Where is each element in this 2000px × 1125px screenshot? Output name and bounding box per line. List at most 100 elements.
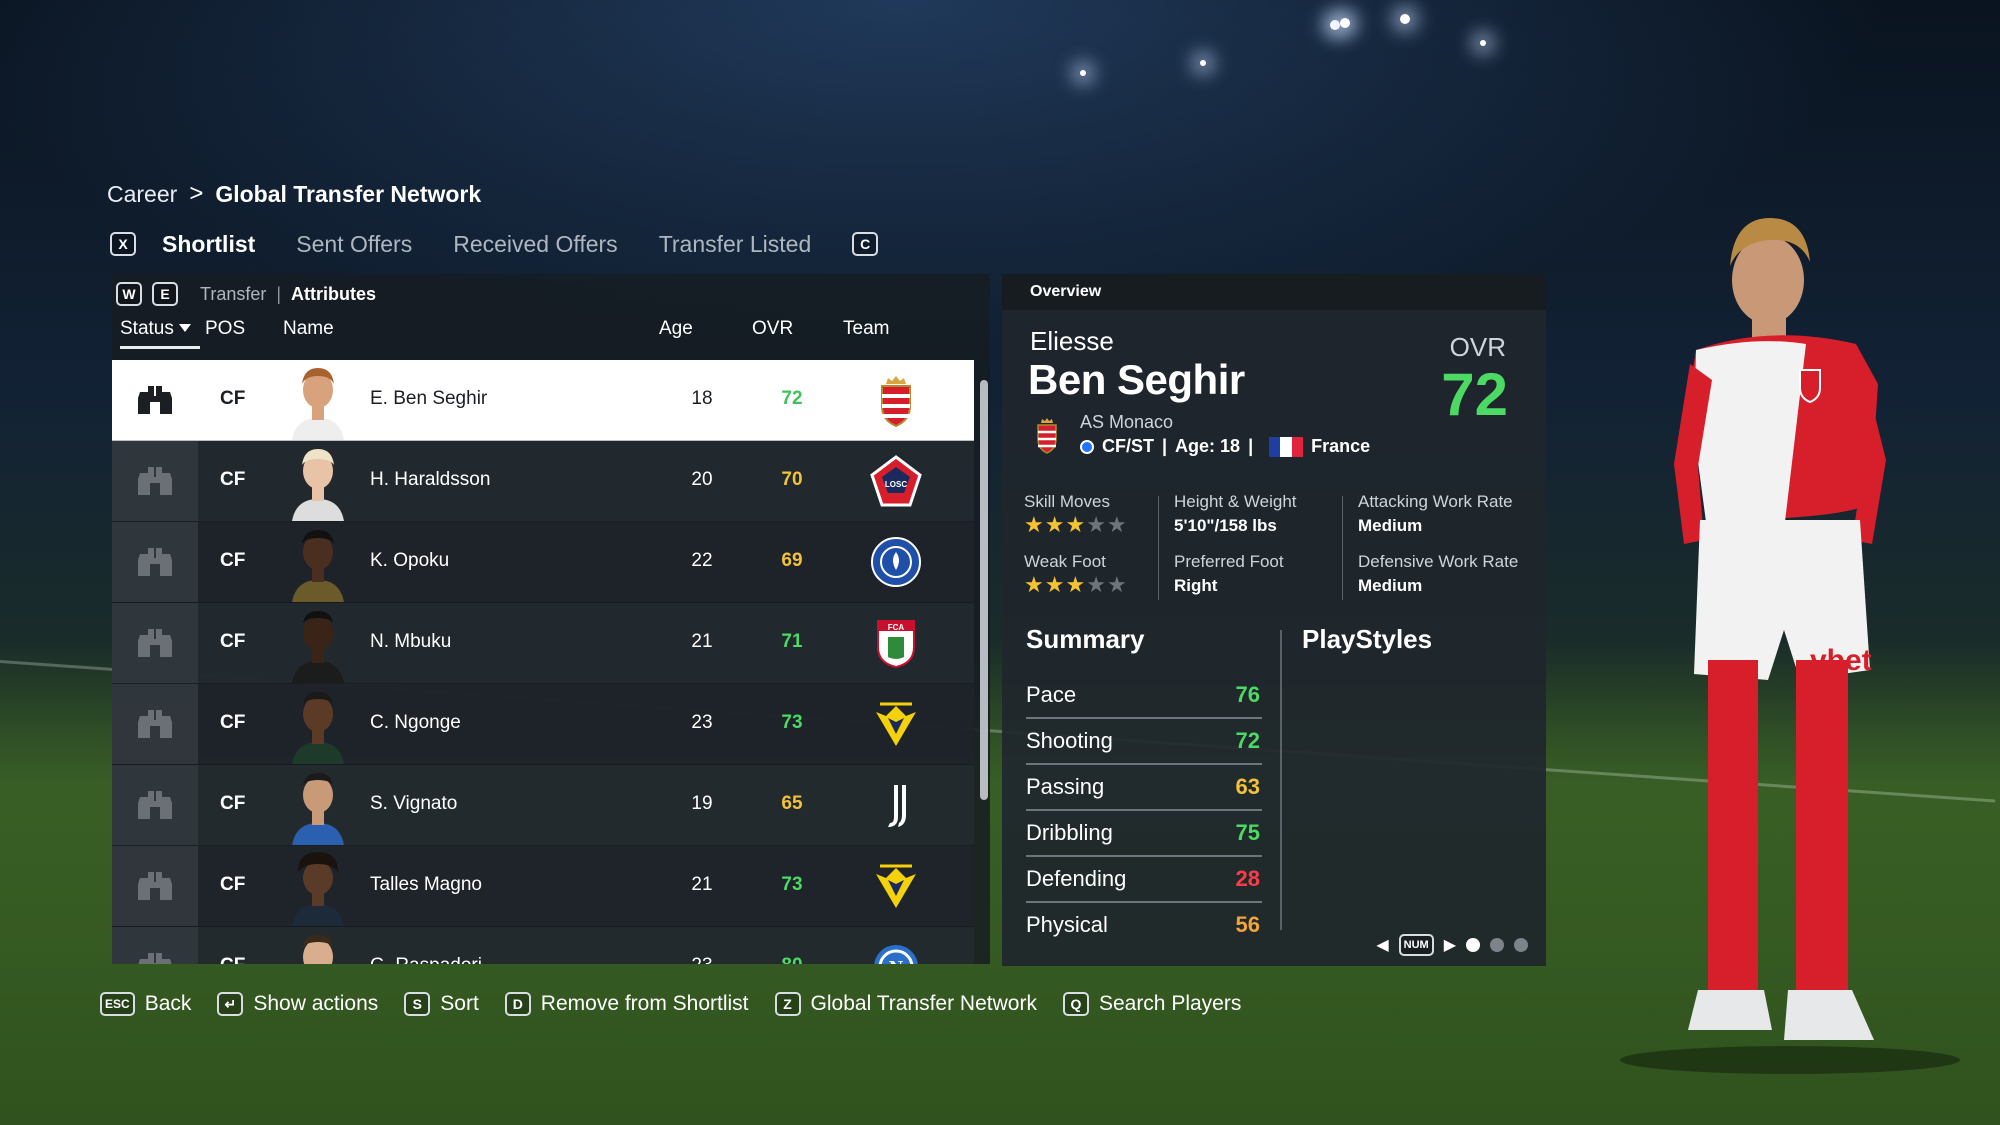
header-team[interactable]: Team: [843, 318, 889, 340]
cell-ovr: 69: [781, 550, 803, 571]
pager-dot[interactable]: [1466, 938, 1480, 952]
binoculars-icon: [138, 467, 172, 495]
stat-value: 76: [1235, 682, 1260, 707]
star-empty-icon: ★: [1086, 572, 1107, 597]
remove-shortlist-label: Remove from Shortlist: [540, 992, 749, 1015]
tab-received-offers[interactable]: Received Offers: [453, 231, 617, 258]
cell-pos: CF: [220, 631, 246, 652]
cell-name: N. Mbuku: [370, 631, 452, 652]
subtab-transfer[interactable]: Transfer: [200, 284, 266, 305]
tab-shortlist[interactable]: Shortlist: [162, 231, 255, 258]
weak-foot-stars: ★★★★★: [1024, 572, 1128, 598]
hellas-verona-crest-icon: [876, 864, 916, 908]
player-first-name: Eliesse: [1030, 326, 1114, 356]
cell-name: S. Vignato: [370, 793, 458, 814]
status-cell: [112, 765, 198, 845]
attr-divider: [1158, 496, 1159, 600]
global-transfer-network-action[interactable]: Z Global Transfer Network: [774, 992, 1037, 1016]
cell-pos: CF: [220, 793, 246, 814]
height-weight: Height & Weight 5'10"/158 lbs: [1174, 492, 1297, 536]
preferred-foot: Preferred Foot Right: [1174, 552, 1284, 596]
summary-divider: [1280, 630, 1282, 930]
status-cell: [112, 603, 198, 683]
status-cell: [112, 846, 198, 926]
summary-title: Summary: [1026, 624, 1145, 654]
subtab-bar: W E Transfer | Attributes: [112, 282, 376, 306]
cell-pos: CF: [220, 874, 246, 895]
breadcrumb: Career > Global Transfer Network: [107, 180, 481, 208]
player-overview-panel: Overview Eliesse Ben Seghir OVR 72 AS Mo…: [1002, 274, 1546, 966]
player-avatar: [292, 449, 344, 521]
cell-age: 23: [682, 955, 722, 964]
key-hint-e: E: [152, 282, 178, 306]
header-pos[interactable]: POS: [205, 318, 245, 340]
table-row[interactable]: CF C. Ngonge 23 73: [112, 684, 974, 765]
table-row[interactable]: CF H. Haraldsson 20 70 LOSC: [112, 441, 974, 522]
back-action[interactable]: ESC Back: [100, 992, 191, 1016]
defensive-work-rate: Defensive Work Rate Medium: [1358, 552, 1518, 596]
key-hint-c: C: [852, 232, 879, 256]
star-filled-icon: ★: [1024, 512, 1045, 537]
subtab-attributes[interactable]: Attributes: [291, 284, 376, 305]
stat-label: Defending: [1026, 866, 1127, 891]
header-name[interactable]: Name: [283, 318, 334, 340]
back-label: Back: [144, 992, 192, 1015]
show-actions-action[interactable]: ↵ Show actions: [217, 992, 378, 1016]
chevron-right-icon[interactable]: ▶: [1444, 935, 1456, 955]
sort-action[interactable]: S Sort: [404, 992, 479, 1016]
ovr-label: OVR: [1449, 332, 1506, 362]
svg-text:FCA: FCA: [888, 623, 905, 632]
attr-divider: [1342, 496, 1343, 600]
star-filled-icon: ★: [1044, 512, 1066, 537]
juventus-crest-icon: [888, 785, 906, 827]
tab-sent-offers[interactable]: Sent Offers: [296, 231, 412, 258]
status-cell: [112, 522, 198, 602]
skill-moves-label: Skill Moves: [1024, 492, 1110, 511]
player-avatar: [292, 852, 344, 926]
remove-shortlist-action[interactable]: D Remove from Shortlist: [504, 992, 749, 1016]
action-bar: ESC Back ↵ Show actions S Sort D Remove from…: [100, 992, 1267, 1016]
table-row[interactable]: CF E. Ben Seghir 18 72: [112, 360, 974, 441]
table-row[interactable]: CF Talles Magno 21 73: [112, 846, 974, 927]
header-ovr[interactable]: OVR: [752, 318, 793, 340]
player-info-line: CF/ST | Age: 18 | France: [1080, 436, 1370, 457]
cell-age: 20: [691, 469, 713, 490]
losc-crest-icon: LOSC: [870, 455, 922, 507]
stat-value: 75: [1235, 820, 1260, 845]
breadcrumb-root[interactable]: Career: [107, 181, 177, 208]
status-cell: [112, 684, 198, 764]
search-players-action[interactable]: Q Search Players: [1062, 992, 1241, 1016]
binoculars-icon: [138, 629, 172, 657]
chevron-left-icon[interactable]: ◀: [1376, 935, 1388, 955]
star-filled-icon: ★: [1065, 512, 1087, 537]
hellas-verona-crest-icon: [876, 702, 916, 746]
stat-row: Dribbling 75: [1026, 810, 1262, 857]
cell-name: K. Opoku: [370, 550, 450, 571]
table-row[interactable]: CF G. Raspadori 23 80 N: [112, 927, 974, 964]
skill-moves: Skill Moves ★★★★★: [1024, 492, 1128, 538]
tab-transfer-listed[interactable]: Transfer Listed: [659, 231, 812, 258]
player-avatar: [292, 773, 344, 845]
player-club: AS Monaco: [1080, 412, 1174, 432]
cell-pos: CF: [220, 388, 246, 409]
table-row[interactable]: CF S. Vignato 19 65: [112, 765, 974, 846]
cell-pos: CF: [220, 955, 245, 964]
header-age[interactable]: Age: [659, 318, 693, 340]
stat-row: Physical 56: [1026, 902, 1262, 947]
france-flag-icon: [1269, 436, 1304, 457]
monaco-crest-icon: [1037, 418, 1057, 454]
list-scrollbar[interactable]: [980, 380, 988, 800]
stat-value: 72: [1235, 728, 1260, 753]
star-filled-icon: ★: [1024, 572, 1045, 597]
attacking-wr-label: Attacking Work Rate: [1358, 492, 1513, 511]
stat-label: Physical: [1026, 912, 1108, 937]
star-filled-icon: ★: [1065, 572, 1087, 597]
header-status[interactable]: Status: [120, 318, 200, 349]
cell-ovr: 80: [772, 955, 812, 964]
pager-dot[interactable]: [1514, 938, 1528, 952]
table-row[interactable]: CF K. Opoku 22 69: [112, 522, 974, 603]
pager-dot[interactable]: [1490, 938, 1504, 952]
table-row[interactable]: CF N. Mbuku 21 71 FCA: [112, 603, 974, 684]
info-separator: |: [1162, 436, 1168, 456]
star-empty-icon: ★: [1106, 512, 1128, 537]
